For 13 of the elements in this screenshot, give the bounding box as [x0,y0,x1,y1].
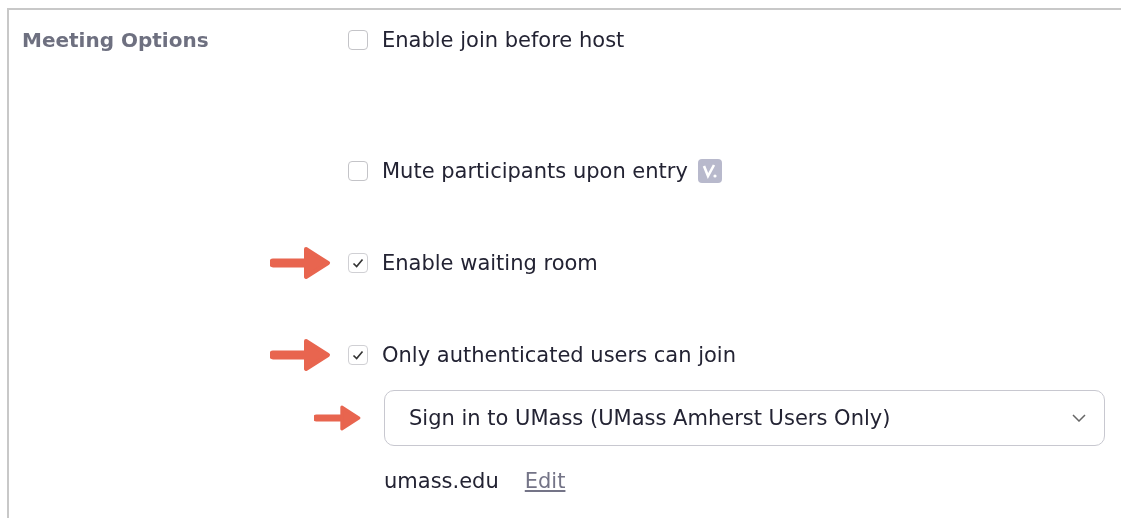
checkbox[interactable] [348,30,368,50]
option-label: Enable join before host [382,28,625,52]
domain-text: umass.edu [384,469,499,493]
option-label: Mute participants upon entry [382,159,688,183]
checkbox[interactable] [348,161,368,181]
checkbox[interactable] [348,253,368,273]
auth-dropdown[interactable]: Sign in to UMass (UMass Amherst Users Only) [384,390,1105,446]
caret-icon [1072,414,1086,422]
edit-link[interactable]: Edit [524,469,566,493]
checkbox[interactable] [348,345,368,365]
option-label: Enable waiting room [382,251,598,275]
section-label: Meeting Options [22,27,210,54]
option-label: Only authenticated users can join [382,343,737,367]
